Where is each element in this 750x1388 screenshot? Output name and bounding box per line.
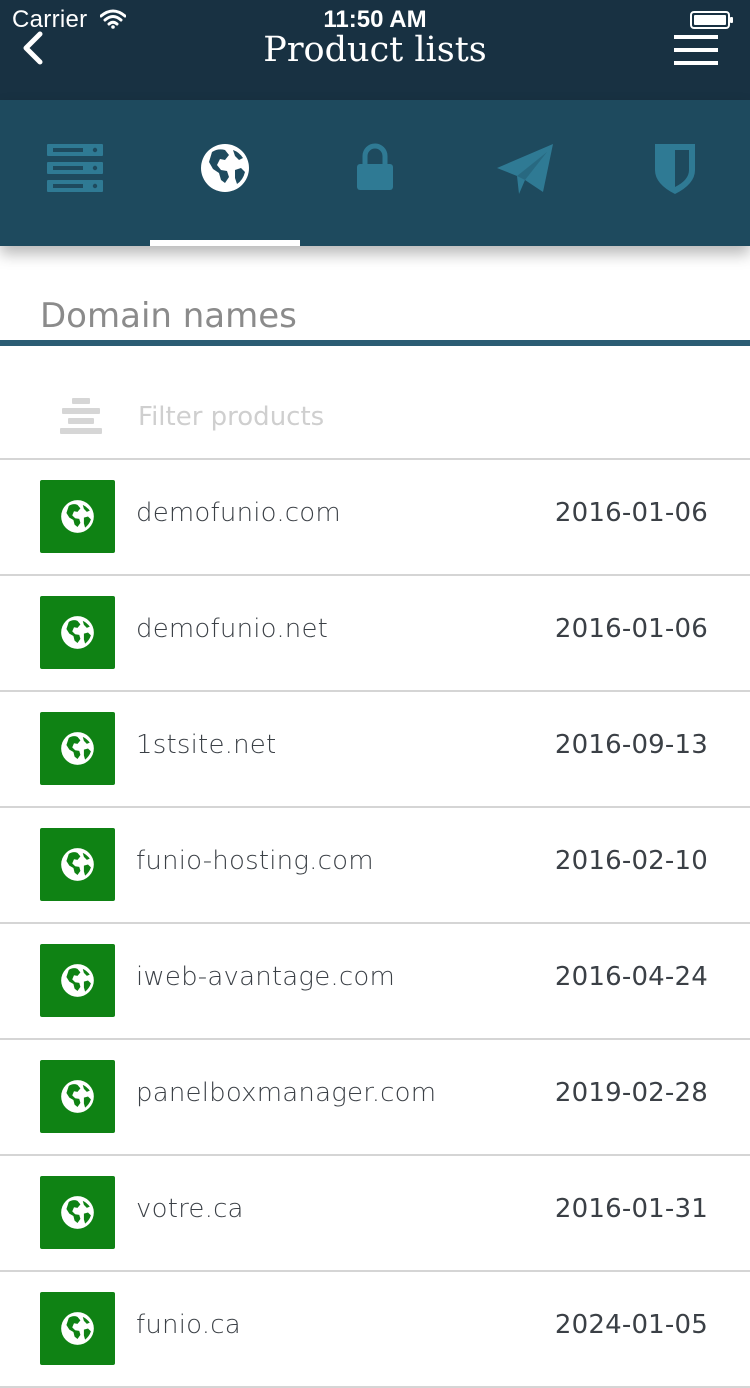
list-item[interactable]: 1stsite.net 2016-09-13 [0,692,750,808]
globe-icon [61,1196,94,1229]
list-item[interactable]: iweb-avantage.com 2016-04-24 [0,924,750,1040]
tab-security[interactable] [600,100,750,246]
server-icon [47,144,103,192]
domain-icon-badge [40,1060,115,1133]
tab-email[interactable] [450,100,600,246]
domain-date: 2016-09-13 [554,730,708,760]
domain-date: 2016-02-10 [554,846,708,876]
domain-name: demofunio.com [136,498,341,528]
domain-name: funio.ca [136,1310,241,1340]
domain-icon-badge [40,828,115,901]
domain-icon-badge [40,596,115,669]
globe-icon [61,964,94,997]
domain-date: 2019-02-28 [554,1078,708,1108]
page-title: Product lists [263,30,487,70]
list-item[interactable]: funio.ca 2024-01-05 [0,1272,750,1388]
active-tab-indicator [150,240,300,246]
globe-icon [61,500,94,533]
domain-icon-badge [40,712,115,785]
domain-icon-badge [40,480,115,553]
tab-bar-bottom-edge [0,340,750,346]
filter-products-input[interactable] [136,392,700,442]
hamburger-menu-icon [674,35,718,65]
battery-icon [690,11,733,29]
list-item[interactable]: demofunio.net 2016-01-06 [0,576,750,692]
globe-icon [201,144,249,192]
section-title: Domain names [40,296,297,336]
globe-icon [61,616,94,649]
domain-name: demofunio.net [136,614,329,644]
menu-button[interactable] [670,32,722,68]
domain-icon-badge [40,944,115,1017]
lock-icon [357,143,393,190]
domain-date: 2016-01-06 [554,614,708,644]
product-tab-bar [0,100,750,346]
tab-domains[interactable] [150,100,300,246]
globe-icon [61,848,94,881]
top-header: Carrier 11:50 AM Product lists [0,0,750,100]
domain-name: 1stsite.net [136,730,277,760]
domain-name: funio-hosting.com [136,846,374,876]
shield-icon [655,144,695,194]
domain-date: 2016-01-06 [554,498,708,528]
domain-icon-badge [40,1176,115,1249]
domain-date: 2024-01-05 [554,1310,708,1340]
globe-icon [61,732,94,765]
domain-date: 2016-04-24 [554,962,708,992]
paper-plane-icon [497,144,553,194]
tab-ssl[interactable] [300,100,450,246]
domain-name: panelboxmanager.com [136,1078,437,1108]
globe-icon [61,1080,94,1113]
list-item[interactable]: funio-hosting.com 2016-02-10 [0,808,750,924]
filter-icon [60,398,102,434]
tab-servers[interactable] [0,100,150,246]
domain-date: 2016-01-31 [554,1194,708,1224]
domain-name: iweb-avantage.com [136,962,396,992]
list-item[interactable]: demofunio.com 2016-01-06 [0,460,750,576]
globe-icon [61,1312,94,1345]
list-item[interactable]: votre.ca 2016-01-31 [0,1156,750,1272]
list-item[interactable]: panelboxmanager.com 2019-02-28 [0,1040,750,1156]
domain-icon-badge [40,1292,115,1365]
domain-name: votre.ca [136,1194,244,1224]
domain-list: demofunio.com 2016-01-06 demofunio.net 2… [0,460,750,1388]
